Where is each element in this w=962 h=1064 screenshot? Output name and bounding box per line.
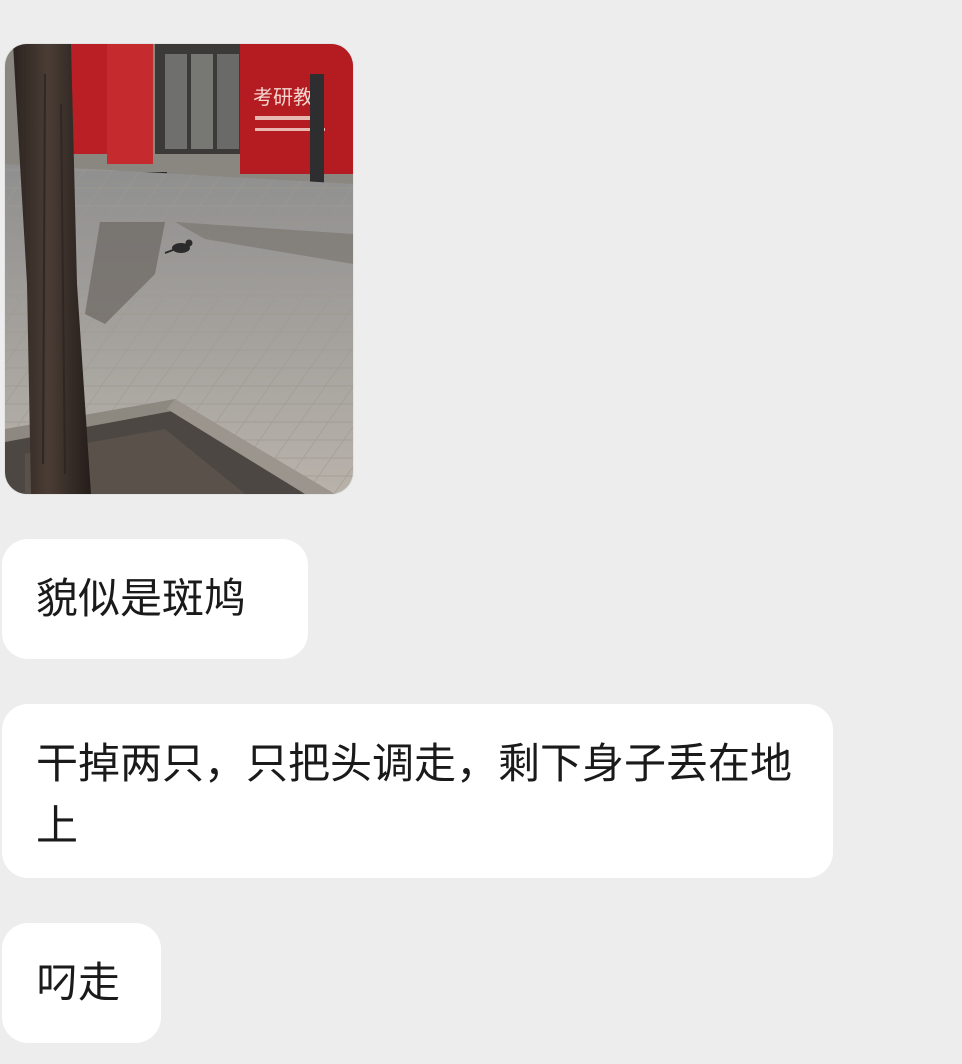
message-text: 叼走 [36, 958, 121, 1007]
image-message[interactable]: 考研教 [5, 44, 353, 494]
chat-bubble[interactable]: 干掉两只，只把头调走，剩下身子丢在地上 [2, 704, 833, 878]
chat-bubble[interactable]: 貌似是斑鸠 [2, 539, 308, 659]
message-text: 貌似是斑鸠 [36, 574, 247, 623]
chat-message-list: 考研教 貌似是斑鸠 干掉两只，只把头调走，剩下身子丢在地上 叼走 [0, 0, 962, 1064]
street-photo: 考研教 [5, 44, 353, 494]
sign-text: 考研教 [253, 85, 313, 109]
chat-bubble[interactable]: 叼走 [2, 923, 161, 1043]
message-text: 干掉两只，只把头调走，剩下身子丢在地上 [36, 739, 793, 850]
